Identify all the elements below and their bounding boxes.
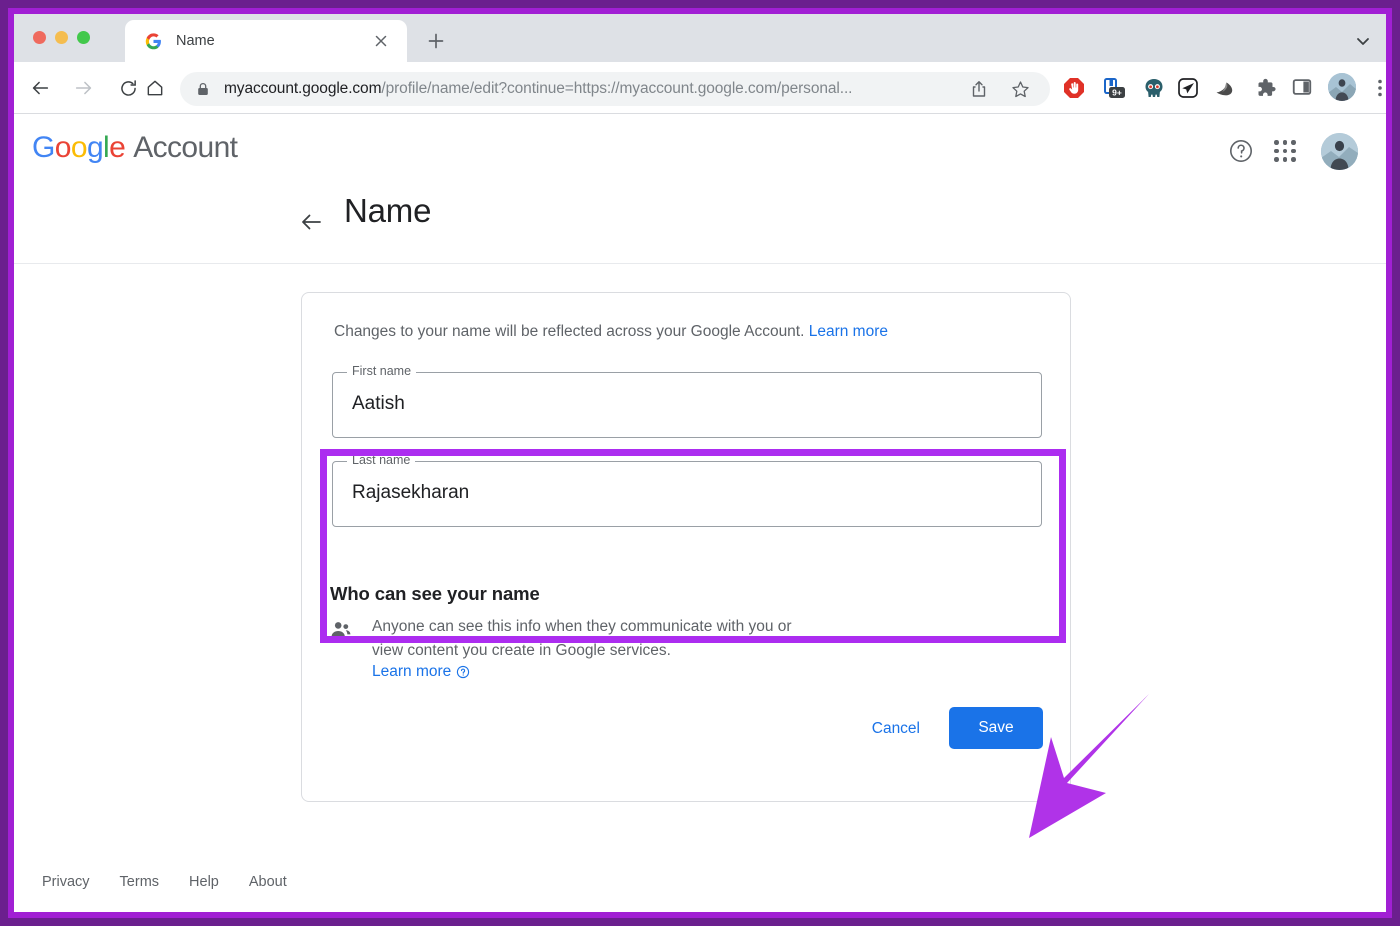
address-bar[interactable]: myaccount.google.com/profile/name/edit?c… <box>180 72 1050 106</box>
intro-sentence: Changes to your name will be reflected a… <box>334 323 805 340</box>
footer-link-terms[interactable]: Terms <box>120 874 159 890</box>
logo-letter-o1: o <box>54 131 72 164</box>
chevron-down-icon[interactable] <box>1354 32 1372 50</box>
name-edit-card: Changes to your name will be reflected a… <box>301 292 1071 802</box>
lock-icon <box>196 82 210 96</box>
tab-title: Name <box>176 33 215 49</box>
last-name-value: Rajasekharan <box>352 482 470 503</box>
reload-icon[interactable] <box>114 74 142 102</box>
footer-link-help[interactable]: Help <box>189 874 219 890</box>
window-minimize-button[interactable] <box>55 31 68 44</box>
first-name-field[interactable]: First name Aatish <box>332 364 1042 438</box>
help-circle-icon[interactable] <box>1228 138 1254 164</box>
first-name-label: First name <box>347 364 417 378</box>
home-icon[interactable] <box>141 74 169 102</box>
url-domain: myaccount.google.com <box>224 80 382 97</box>
last-name-label: Last name <box>347 453 416 467</box>
star-icon[interactable] <box>1011 80 1030 99</box>
window-close-button[interactable] <box>33 31 46 44</box>
cancel-button[interactable]: Cancel <box>860 711 932 747</box>
avatar[interactable] <box>1321 133 1358 170</box>
google-account-page: Google Account Name Changes to your name… <box>14 115 1386 912</box>
swoosh-icon[interactable] <box>1214 76 1238 100</box>
visibility-learn-more-link[interactable]: Learn more <box>372 663 470 681</box>
first-name-value: Aatish <box>352 393 405 414</box>
url-text: myaccount.google.com/profile/name/edit?c… <box>224 80 852 98</box>
footer-links: Privacy Terms Help About <box>42 874 287 890</box>
screenshot-root: Name myaccount.google.com/profile/name/e… <box>0 0 1400 926</box>
logo-letter-e: e <box>109 131 126 164</box>
logo-suffix: Account <box>133 131 238 164</box>
google-g-icon <box>145 32 162 50</box>
people-icon <box>330 619 352 641</box>
browser-tab-strip: Name <box>14 14 1386 62</box>
adblock-icon[interactable] <box>1062 76 1086 100</box>
intro-learn-more-link[interactable]: Learn more <box>809 323 888 340</box>
three-dot-menu-icon[interactable] <box>1372 76 1386 100</box>
footer-link-about[interactable]: About <box>249 874 287 890</box>
browser-toolbar: myaccount.google.com/profile/name/edit?c… <box>14 62 1386 114</box>
intro-text: Changes to your name will be reflected a… <box>334 323 888 341</box>
arrow-left-icon[interactable] <box>298 209 324 235</box>
paper-plane-icon[interactable] <box>1176 76 1200 100</box>
new-tab-button[interactable] <box>425 30 447 52</box>
google-account-logo[interactable]: Google Account <box>32 131 238 165</box>
browser-tab[interactable]: Name <box>125 20 407 62</box>
visibility-heading: Who can see your name <box>330 583 540 604</box>
url-path: /profile/name/edit?continue=https://myac… <box>381 80 853 97</box>
svg-text:9+: 9+ <box>1112 88 1122 98</box>
apps-grid-icon[interactable] <box>1274 140 1296 162</box>
footer-link-privacy[interactable]: Privacy <box>42 874 90 890</box>
avatar[interactable] <box>1328 73 1356 101</box>
logo-letter-o2: o <box>70 131 88 164</box>
app-header: Google Account <box>14 115 1386 179</box>
annotation-frame: Name myaccount.google.com/profile/name/e… <box>8 8 1392 918</box>
share-icon[interactable] <box>970 80 988 98</box>
visibility-learn-more-label: Learn more <box>372 663 452 680</box>
extension-badge-icon[interactable]: 9+ <box>1102 76 1126 100</box>
last-name-field[interactable]: Last name Rajasekharan <box>332 453 1042 527</box>
logo-letter-g2: g <box>86 131 104 164</box>
window-maximize-button[interactable] <box>77 31 90 44</box>
page-title: Name <box>344 192 432 229</box>
puzzle-icon[interactable] <box>1254 76 1278 100</box>
logo-letter-g1: G <box>32 131 55 164</box>
arrow-left-icon[interactable] <box>26 74 54 102</box>
page-title-row: Name <box>14 179 1386 264</box>
arrow-right-icon[interactable] <box>70 74 98 102</box>
visibility-description: Anyone can see this info when they commu… <box>372 618 792 659</box>
save-button[interactable]: Save <box>949 707 1043 749</box>
side-panel-icon[interactable] <box>1291 76 1315 100</box>
skull-mask-icon[interactable] <box>1142 76 1166 100</box>
close-icon[interactable] <box>373 33 389 49</box>
help-circle-icon <box>456 665 470 679</box>
